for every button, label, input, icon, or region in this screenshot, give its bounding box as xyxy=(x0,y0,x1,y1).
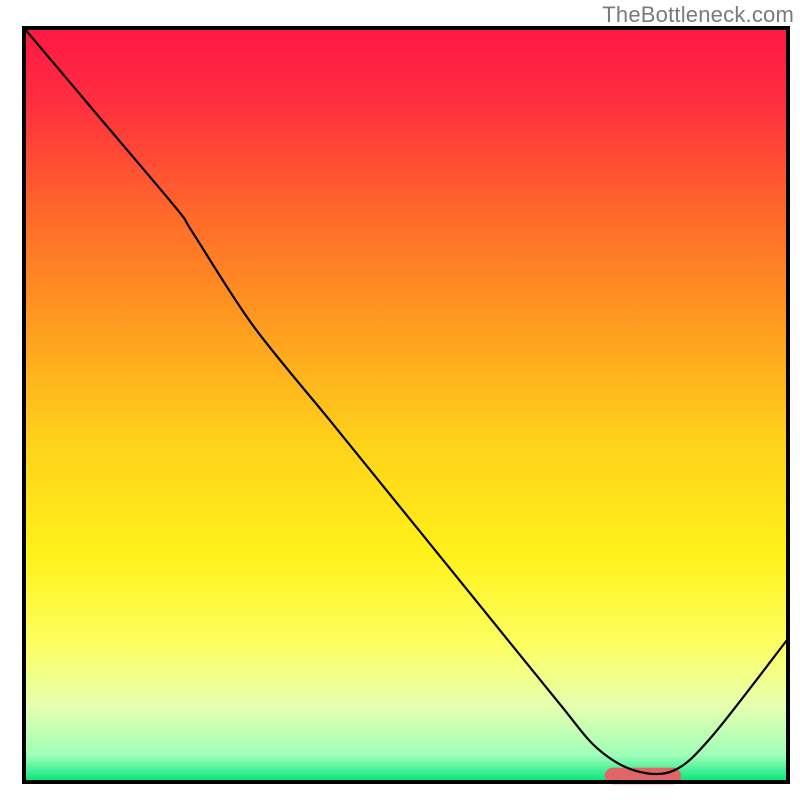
chart-canvas xyxy=(0,0,800,800)
watermark-text: TheBottleneck.com xyxy=(602,2,794,28)
plot-background xyxy=(24,28,788,782)
bottleneck-chart: TheBottleneck.com xyxy=(0,0,800,800)
